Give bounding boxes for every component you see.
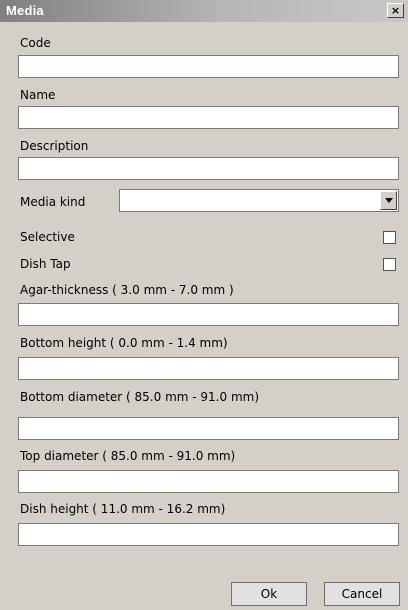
selective-checkbox[interactable]	[383, 231, 396, 244]
code-label: Code	[20, 36, 51, 50]
agar-thickness-label: Agar-thickness ( 3.0 mm - 7.0 mm )	[20, 283, 234, 297]
dish-tap-checkbox[interactable]	[383, 258, 396, 271]
bottom-height-label: Bottom height ( 0.0 mm - 1.4 mm)	[20, 336, 228, 350]
media-kind-select[interactable]	[119, 189, 399, 212]
dish-tap-label: Dish Tap	[20, 257, 71, 271]
media-kind-label: Media kind	[20, 195, 86, 209]
title-bar[interactable]: Media ×	[0, 0, 408, 22]
window-title: Media	[6, 3, 44, 18]
name-label: Name	[20, 88, 56, 102]
chevron-down-icon	[385, 198, 393, 203]
top-diameter-input[interactable]	[18, 470, 399, 493]
name-input[interactable]	[18, 106, 399, 129]
bottom-diameter-input[interactable]	[18, 417, 399, 440]
agar-thickness-input[interactable]	[18, 303, 399, 326]
description-label: Description	[20, 139, 89, 153]
close-icon: ×	[390, 4, 401, 17]
bottom-height-input[interactable]	[18, 357, 399, 380]
dish-height-label: Dish height ( 11.0 mm - 16.2 mm)	[20, 502, 226, 516]
description-input[interactable]	[18, 157, 399, 180]
bottom-diameter-label: Bottom diameter ( 85.0 mm - 91.0 mm)	[20, 390, 260, 404]
selective-label: Selective	[20, 230, 75, 244]
cancel-button[interactable]: Cancel	[324, 582, 400, 606]
code-input[interactable]	[18, 55, 399, 78]
dish-height-input[interactable]	[18, 523, 399, 546]
media-dialog: Media × Code Name Description Media kind…	[0, 0, 408, 610]
media-kind-dropdown-button[interactable]	[380, 191, 397, 210]
ok-button[interactable]: Ok	[231, 582, 307, 606]
top-diameter-label: Top diameter ( 85.0 mm - 91.0 mm)	[20, 449, 236, 463]
close-button[interactable]: ×	[387, 3, 404, 18]
